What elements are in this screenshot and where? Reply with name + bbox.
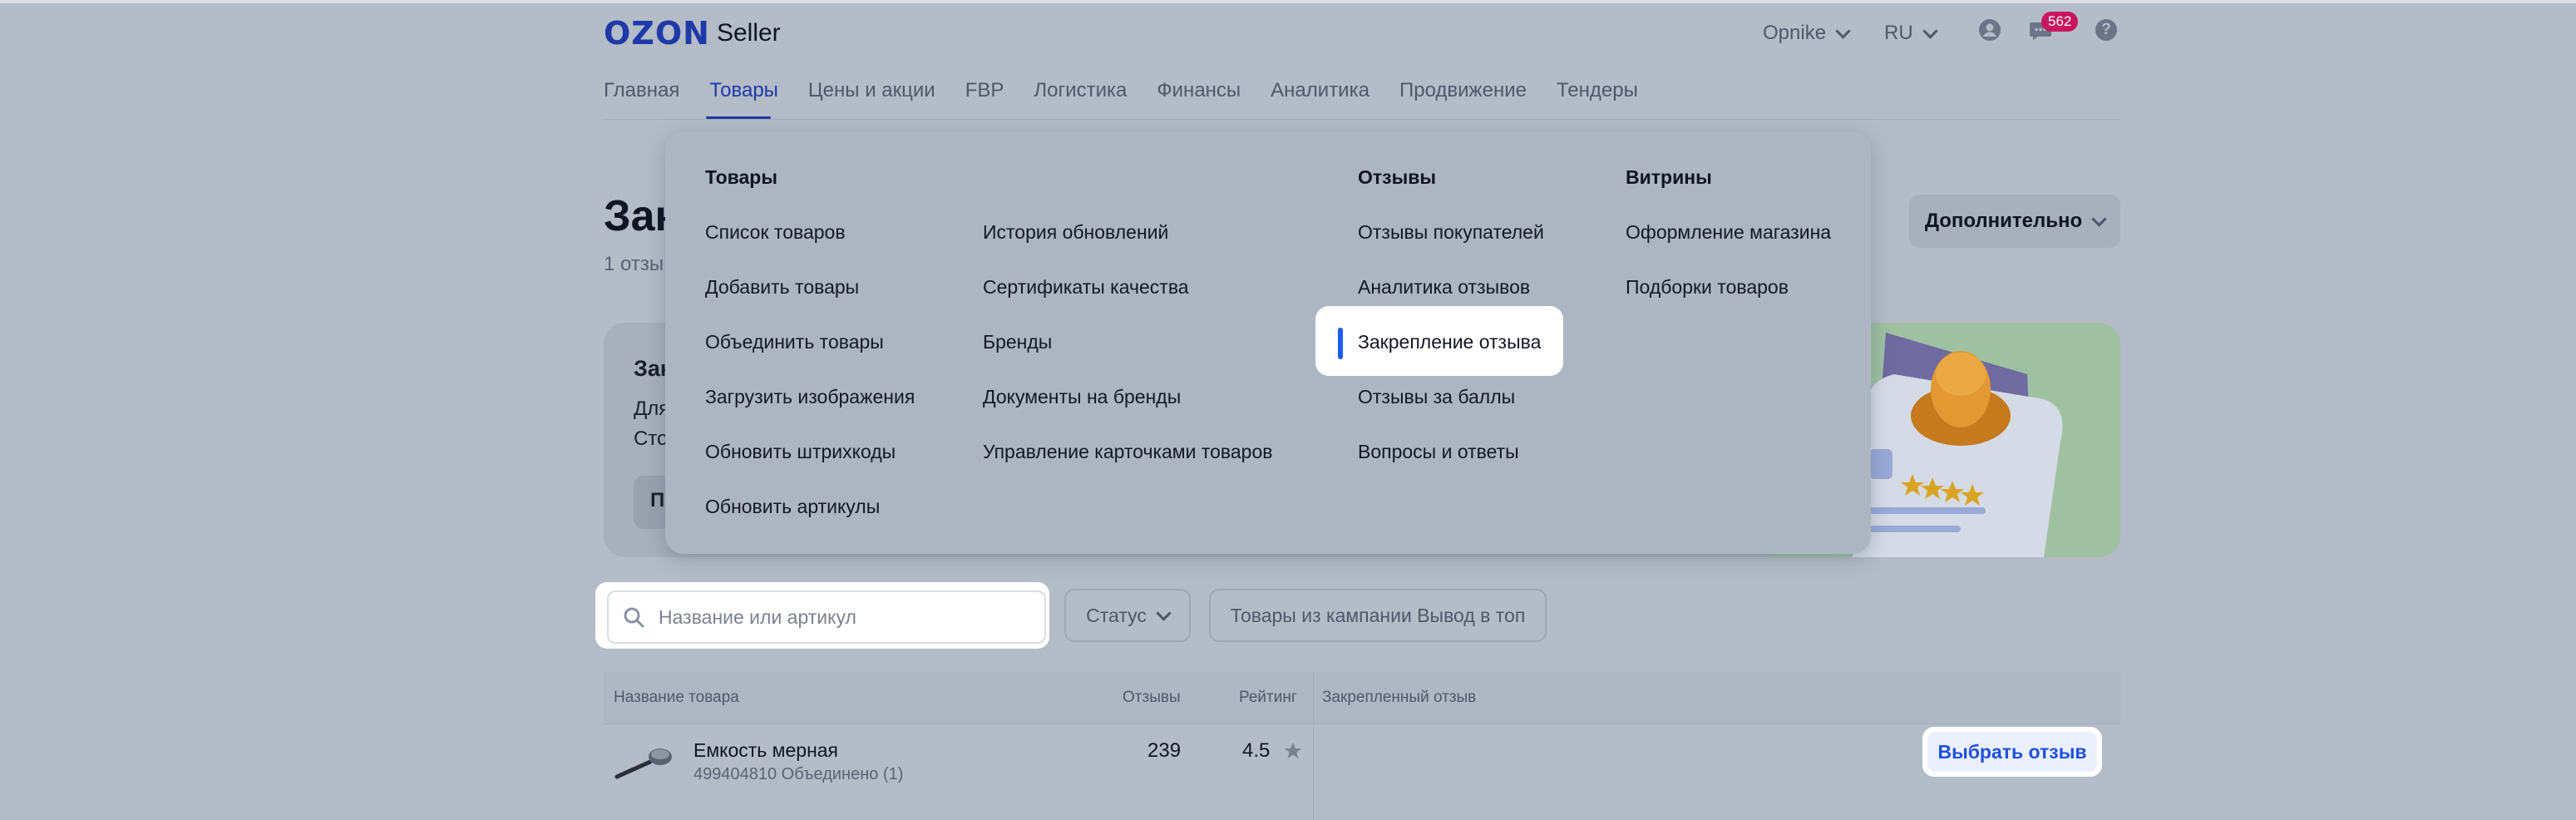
menu-heading-showcases: Витрины bbox=[1626, 166, 1712, 188]
banner-text-line2: Сто bbox=[634, 427, 669, 450]
menu-item-product-list[interactable]: Список товаров bbox=[705, 221, 846, 244]
column-divider bbox=[1313, 672, 1314, 820]
search-icon bbox=[622, 605, 645, 629]
pin-illustration bbox=[1836, 316, 2119, 557]
nav-item-products[interactable]: Товары bbox=[709, 79, 778, 102]
nav-item-fbp[interactable]: FBP bbox=[965, 79, 1004, 102]
col-header-rating[interactable]: Рейтинг bbox=[1239, 672, 1297, 724]
menu-item-brands[interactable]: Бренды bbox=[983, 331, 1052, 353]
company-selector[interactable]: Opnike bbox=[1763, 17, 1851, 50]
star-icon bbox=[1284, 742, 1302, 760]
rating-value: 4.5 bbox=[1242, 739, 1271, 762]
chevron-down-icon bbox=[1922, 22, 1938, 39]
language-label: RU bbox=[1884, 22, 1913, 44]
banner-text-line1: Для bbox=[634, 398, 670, 420]
menu-item-customer-reviews[interactable]: Отзывы покупателей bbox=[1358, 221, 1544, 244]
page-subtitle: 1 отзы bbox=[604, 253, 664, 275]
notification-badge: 562 bbox=[2041, 12, 2079, 32]
menu-heading-products: Товары bbox=[705, 166, 777, 188]
company-name: Opnike bbox=[1763, 22, 1827, 44]
menu-item-update-skus[interactable]: Обновить артикулы bbox=[705, 496, 880, 518]
choose-review-button[interactable]: Выбрать отзыв bbox=[1927, 732, 2097, 772]
menu-item-quality-certificates[interactable]: Сертификаты качества bbox=[983, 276, 1189, 299]
menu-item-merge-products[interactable]: Объединить товары bbox=[705, 331, 884, 353]
product-name: Seller bbox=[716, 19, 781, 47]
menu-item-upload-images[interactable]: Загрузить изображения bbox=[705, 386, 915, 408]
nav-item-analytics[interactable]: Аналитика bbox=[1271, 79, 1369, 102]
banner-button-label: П bbox=[650, 489, 665, 511]
menu-item-active-indicator bbox=[1338, 328, 1343, 359]
nav-item-finance[interactable]: Финансы bbox=[1157, 79, 1241, 102]
col-header-pinned: Закрепленный отзыв bbox=[1322, 689, 1477, 706]
top-border bbox=[0, 0, 2576, 3]
search-field[interactable] bbox=[607, 590, 1046, 644]
main-nav: Главная Товары Цены и акции FBP Логистик… bbox=[604, 79, 1638, 102]
brand-logo: OZON bbox=[604, 15, 710, 52]
search-input[interactable] bbox=[657, 605, 1026, 630]
more-button-label: Дополнительно bbox=[1924, 210, 2083, 232]
menu-item-questions-answers[interactable]: Вопросы и ответы bbox=[1358, 441, 1519, 463]
product-meta: 499404810 Объединено (1) bbox=[693, 765, 904, 783]
help-icon[interactable]: ? bbox=[2095, 19, 2117, 41]
menu-item-review-analytics[interactable]: Аналитика отзывов bbox=[1358, 276, 1530, 299]
col-header-reviews[interactable]: Отзывы bbox=[1123, 672, 1181, 724]
menu-item-brand-documents[interactable]: Документы на бренды bbox=[983, 386, 1181, 408]
menu-item-update-history[interactable]: История обновлений bbox=[983, 221, 1168, 244]
menu-item-product-collections[interactable]: Подборки товаров bbox=[1626, 276, 1789, 299]
language-selector[interactable]: RU bbox=[1884, 17, 1938, 50]
menu-item-product-cards[interactable]: Управление карточками товаров bbox=[983, 441, 1272, 463]
logo[interactable]: OZON Seller bbox=[604, 15, 781, 52]
menu-item-reviews-for-points[interactable]: Отзывы за баллы bbox=[1358, 386, 1515, 408]
nav-item-logistics[interactable]: Логистика bbox=[1034, 79, 1127, 102]
campaign-filter[interactable]: Товары из кампании Вывод в топ bbox=[1209, 589, 1547, 642]
status-filter-label: Статус bbox=[1086, 604, 1147, 626]
product-name[interactable]: Емкость мерная bbox=[693, 739, 838, 762]
nav-active-indicator bbox=[706, 116, 771, 119]
review-count: 239 bbox=[1147, 739, 1182, 762]
nav-item-prices[interactable]: Цены и акции bbox=[808, 79, 935, 102]
menu-heading-reviews: Отзывы bbox=[1358, 166, 1437, 188]
chevron-down-icon bbox=[1156, 605, 1172, 621]
menu-item-update-barcodes[interactable]: Обновить штрихкоды bbox=[705, 441, 896, 463]
product-thumbnail[interactable] bbox=[614, 737, 674, 783]
nav-item-home[interactable]: Главная bbox=[604, 79, 679, 102]
table-header: Название товара Отзывы Рейтинг Закреплен… bbox=[604, 672, 2120, 724]
menu-item-add-products[interactable]: Добавить товары bbox=[705, 276, 859, 299]
campaign-filter-label: Товары из кампании Вывод в топ bbox=[1230, 604, 1526, 626]
chevron-down-icon bbox=[2091, 210, 2107, 227]
menu-item-pin-review[interactable]: Закрепление отзыва bbox=[1358, 331, 1541, 353]
menu-item-store-design[interactable]: Оформление магазина bbox=[1626, 221, 1831, 244]
nav-item-tenders[interactable]: Тендеры bbox=[1557, 79, 1638, 102]
user-icon[interactable] bbox=[1979, 19, 2001, 41]
nav-item-promotion[interactable]: Продвижение bbox=[1399, 79, 1527, 102]
more-button[interactable]: Дополнительно bbox=[1909, 195, 2120, 248]
status-filter[interactable]: Статус bbox=[1064, 589, 1191, 642]
chevron-down-icon bbox=[1835, 22, 1851, 39]
page: OZON Seller Opnike RU 562 ? Главная Това… bbox=[0, 0, 2576, 820]
col-header-name[interactable]: Название товара bbox=[614, 672, 739, 724]
nav-divider bbox=[604, 119, 2120, 120]
